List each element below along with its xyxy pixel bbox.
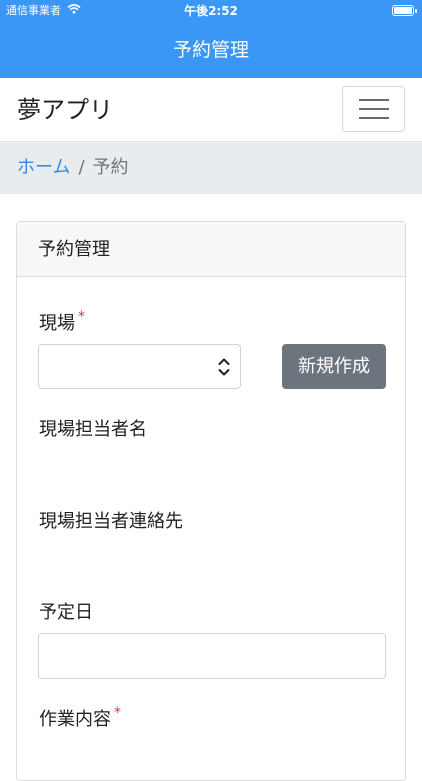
- menu-toggle-button[interactable]: [342, 86, 405, 132]
- required-marker: *: [78, 309, 85, 325]
- select-arrows-icon: [218, 357, 230, 377]
- battery-icon: [392, 5, 417, 16]
- scheduled-date-input[interactable]: [38, 633, 386, 679]
- work-content-label: 作業内容 *: [39, 705, 121, 730]
- navbar: 夢アプリ: [0, 78, 422, 142]
- breadcrumb: ホーム / 予約: [0, 142, 422, 194]
- brand-name[interactable]: 夢アプリ: [17, 90, 113, 130]
- breadcrumb-current: 予約: [92, 157, 129, 178]
- site-label: 現場 *: [39, 309, 85, 334]
- breadcrumb-home-link[interactable]: ホーム: [17, 157, 70, 178]
- hamburger-icon: [358, 99, 389, 101]
- status-bar: 通信事業者 午後2:52: [0, 0, 422, 22]
- required-marker: *: [114, 705, 121, 721]
- breadcrumb-separator: /: [78, 157, 85, 178]
- card-title: 予約管理: [17, 222, 405, 277]
- page-title: 予約管理: [172, 39, 249, 61]
- new-site-button[interactable]: 新規作成: [282, 344, 386, 389]
- reservation-card: 予約管理 現場 * 新規作成 現場担当者名 現場担当者連絡先 予定日 作業内容 *: [16, 221, 406, 781]
- site-select[interactable]: [38, 344, 241, 389]
- status-time: 午後2:52: [184, 4, 238, 18]
- site-contact-name-label: 現場担当者名: [39, 419, 147, 440]
- app-header: 通信事業者 午後2:52 予約管理: [0, 0, 422, 78]
- scheduled-date-label: 予定日: [39, 602, 93, 623]
- site-contact-phone-label: 現場担当者連絡先: [39, 511, 183, 532]
